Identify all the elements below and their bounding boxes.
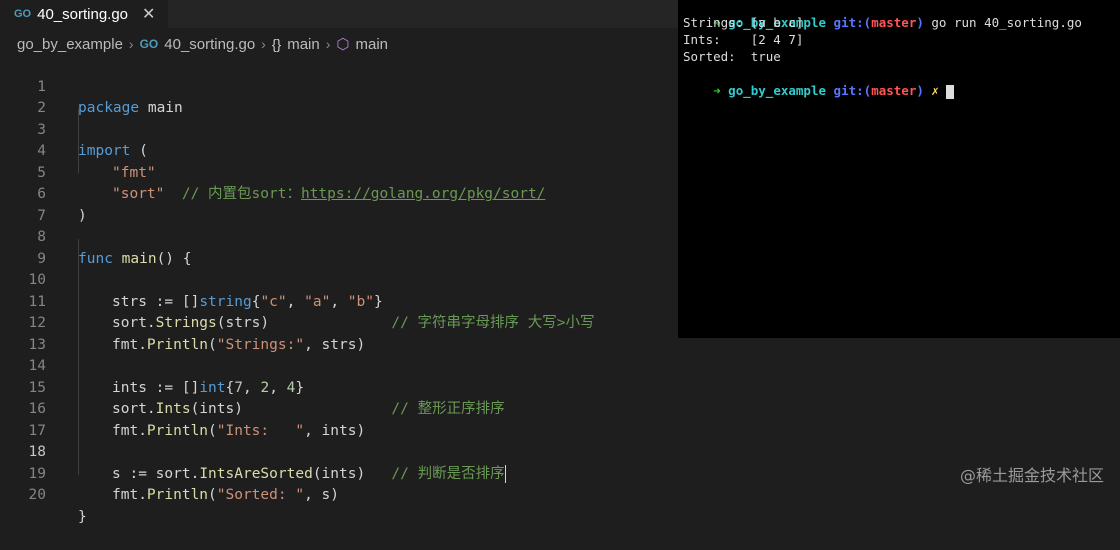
terminal-output: Sorted: true bbox=[683, 49, 781, 64]
prompt-git-close: ) bbox=[916, 83, 924, 98]
breadcrumb-folder[interactable]: go_by_example bbox=[17, 36, 123, 53]
code-text: ( bbox=[208, 487, 217, 503]
prompt-git: git:( bbox=[833, 15, 872, 30]
cube-icon: ⬡ bbox=[336, 36, 350, 53]
namespace-icon: {} bbox=[271, 36, 282, 52]
function-name: Println bbox=[146, 487, 209, 503]
chevron-right-icon: › bbox=[261, 36, 266, 52]
code-text: , s) bbox=[304, 487, 339, 503]
code-line-active: 18 s := sort.IntsAreSorted(ints) // 判断是否… bbox=[0, 421, 1120, 483]
chevron-right-icon: › bbox=[325, 36, 331, 52]
dirty-mark-icon: ✗ bbox=[931, 83, 939, 98]
prompt-directory: go_by_example bbox=[728, 83, 827, 98]
breadcrumb-package[interactable]: main bbox=[287, 36, 320, 53]
watermark: @稀土掘金技术社区 bbox=[959, 466, 1104, 485]
string-literal: "Sorted: " bbox=[216, 487, 305, 503]
code-line: 19 fmt.Println("Sorted: ", s) bbox=[0, 442, 1120, 504]
tab-bar: GO 40_sorting.go ✕ bbox=[0, 0, 680, 28]
breadcrumb-function[interactable]: main bbox=[356, 36, 389, 53]
chevron-right-icon: › bbox=[128, 36, 134, 52]
breadcrumb-file[interactable]: 40_sorting.go bbox=[164, 36, 255, 53]
code-line: 20 } bbox=[0, 464, 1120, 525]
prompt-arrow: ➜ bbox=[713, 83, 721, 98]
tab-40-sorting-go[interactable]: GO 40_sorting.go ✕ bbox=[0, 0, 168, 28]
code-text: fmt. bbox=[112, 487, 147, 503]
prompt-branch: master bbox=[871, 83, 917, 98]
terminal-cursor[interactable] bbox=[946, 84, 955, 99]
close-icon[interactable]: ✕ bbox=[142, 4, 155, 24]
go-file-icon: GO bbox=[14, 8, 32, 20]
prompt-git: git:( bbox=[833, 83, 872, 98]
terminal-output: Strings: [a b c] bbox=[683, 15, 804, 30]
tab-title: 40_sorting.go bbox=[37, 5, 129, 23]
terminal-output: Ints: [2 4 7] bbox=[683, 32, 804, 47]
code-line: 16 fmt.Println("Ints: ", ints) bbox=[0, 378, 1120, 439]
prompt-branch: master bbox=[871, 15, 917, 30]
prompt-git-close: ) bbox=[916, 15, 924, 30]
terminal-line: ➜ go_by_example git:(master) ✗ bbox=[683, 65, 955, 99]
go-file-icon: GO bbox=[139, 37, 159, 51]
code-text: } bbox=[78, 508, 87, 525]
line-number: 20 bbox=[28, 487, 46, 503]
code-line: 15 sort.Ints(ints) // 整形正序排序 bbox=[0, 356, 1120, 418]
terminal-command: go run 40_sorting.go bbox=[923, 15, 1082, 30]
code-line: 17 bbox=[0, 399, 1120, 439]
terminal-window[interactable]: ➜ go_by_example git:(master) go run 40_s… bbox=[678, 0, 1120, 338]
terminal-line: ➜ go_by_example git:(master) go run 40_s… bbox=[683, 0, 1082, 30]
